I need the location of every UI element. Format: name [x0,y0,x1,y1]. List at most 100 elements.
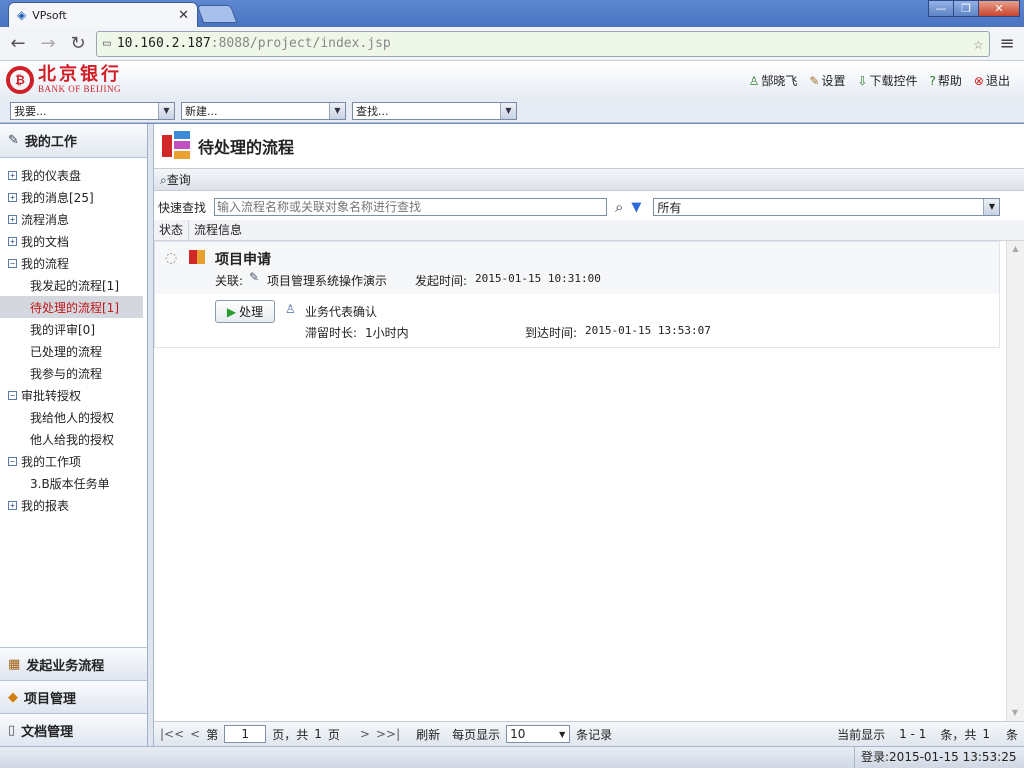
sidebar-item[interactable]: 已处理的流程 [0,340,147,362]
assoc-value[interactable]: 项目管理系统操作演示 [267,272,387,289]
sidebar-item[interactable]: + 流程消息 [0,208,147,230]
sidebar-item[interactable]: + 我的消息[25] [0,186,147,208]
stay-label: 滞留时长: [305,326,358,340]
collapse-icon[interactable]: − [8,258,17,268]
notebook-icon: ✎ [8,133,19,148]
expand-icon[interactable]: + [8,192,17,202]
col-status[interactable]: 状态 [154,219,190,241]
logo-cn: 北京银行 [38,64,122,85]
sidebar-item[interactable]: + 我的报表 [0,494,147,516]
url-host: 10.160.2.187 [116,36,211,51]
vertical-scrollbar[interactable]: ▲ ▼ [1006,241,1024,721]
sidebar-item-label: 我的报表 [21,498,70,513]
task-name[interactable]: 业务代表确认 [305,303,377,320]
sidebar-item[interactable]: − 审批转授权 [0,384,147,406]
browser-menu-icon[interactable]: ≡ [996,33,1018,54]
browser-toolbar: ← → ↻ ▭ 10.160.2.187:8088/project/index.… [0,27,1024,61]
process-name[interactable]: 项目申请 [215,249,271,269]
tab-close-icon[interactable]: ✕ [178,8,189,23]
tab-title: VPsoft [32,8,67,22]
start-label: 发起时间: [415,274,468,288]
back-arrow-icon[interactable]: ← [6,33,30,54]
collapse-icon[interactable]: − [8,456,17,466]
download-icon: ⇩ [857,73,868,88]
logout-link[interactable]: ⊗ 退出 [974,72,1010,89]
scroll-down-icon[interactable]: ▼ [1007,705,1023,721]
sidebar-item[interactable]: − 我的工作项 [0,450,147,472]
expand-icon[interactable]: + [8,170,17,180]
sidebar-item[interactable]: 待处理的流程[1] [0,296,143,318]
bank-logo-icon: ₿ [6,66,34,94]
total-pages: 1 [314,727,322,741]
sidebar-section-project[interactable]: ◆ 项目管理 [0,680,147,713]
bookmark-star-icon[interactable]: ☆ [973,34,983,53]
sidebar-item[interactable]: 我参与的流程 [0,362,147,384]
last-page-button[interactable]: >>| [376,727,400,741]
sidebar-item[interactable]: 我给他人的授权 [0,406,147,428]
expand-icon[interactable]: + [8,214,17,224]
filter-select[interactable]: 所有 ▼ [653,198,1001,216]
collapse-icon[interactable]: − [8,390,17,400]
per-page-select[interactable]: 10 ▼ [506,725,571,743]
scroll-up-icon[interactable]: ▲ [1007,241,1024,257]
sidebar-item-label: 我参与的流程 [30,366,103,381]
sidebar: ✎ 我的工作 + 我的仪表盘 + 我的消息[25] + 流程消息 + 我的文档 − 我的流程 我发起… [0,124,148,746]
query-button[interactable]: ⌕查询 [160,171,191,188]
address-bar[interactable]: ▭ 10.160.2.187:8088/project/index.jsp ☆ [96,30,990,57]
settings-link[interactable]: ✎ 设置 [809,72,845,89]
document-icon: ▯ [8,722,16,738]
col-info[interactable]: 流程信息 [189,220,247,241]
sidebar-item[interactable]: + 我的仪表盘 [0,164,147,186]
browser-tabbar: ◈ VPsoft ✕ — ❐ ✕ [0,0,1024,27]
pager: |<< < 第 1 页，共 1 页 > >>| 刷新 每页显示 10 ▼ 条记录 … [154,721,1024,746]
refresh-button[interactable]: 刷新 [416,726,440,743]
quick-search-label: 快速查找 [158,200,207,215]
page-title: 待处理的流程 [154,124,1024,168]
sidebar-item[interactable]: 他人给我的授权 [0,428,147,450]
quick-search-row: 快速查找 ⌕ ▼ 所有▼ [154,196,1024,218]
sidebar-section-start-process[interactable]: ▦ 发起业务流程 [0,647,147,680]
maximize-button[interactable]: ❐ [953,0,979,17]
expand-icon[interactable]: + [8,236,17,246]
total-unit: 条 [1005,727,1018,742]
sidebar-item[interactable]: 我发起的流程[1] [0,274,147,296]
sidebar-item[interactable]: − 我的流程 [0,252,147,274]
next-page-button[interactable]: > [360,727,370,741]
reload-icon[interactable]: ↻ [66,33,90,54]
page-number-input[interactable]: 1 [224,725,267,743]
download-link[interactable]: ⇩ 下载控件 [857,72,917,89]
document-edit-icon: ✎ [249,270,260,284]
help-link[interactable]: ? 帮助 [930,72,962,89]
want-select[interactable]: 我要... ▼ [10,101,175,120]
sidebar-item[interactable]: 我的评审[0] [0,318,147,340]
sidebar-section-documents[interactable]: ▯ 文档管理 [0,713,147,746]
new-tab-button[interactable] [196,5,238,23]
action-combos: 我要... ▼ 新建... ▼ 查找... ▼ [0,99,1024,123]
arrive-value: 2015-01-15 13:53:07 [585,324,711,337]
user-icon: ♙ [285,302,296,316]
first-page-button[interactable]: |<< [160,727,184,741]
process-action-button[interactable]: ▶ 处理 [215,300,275,323]
expand-icon[interactable]: + [8,500,17,510]
sidebar-item[interactable]: + 我的文档 [0,230,147,252]
forward-arrow-icon[interactable]: → [36,33,60,54]
new-select[interactable]: 新建... ▼ [181,101,346,120]
header-links: ♙ 郜晓飞 ✎ 设置 ⇩ 下载控件 ? 帮助 ⊗ 退出 [749,72,1010,89]
process-list-icon [162,131,192,161]
close-window-button[interactable]: ✕ [978,0,1020,17]
sidebar-item[interactable]: 3.B版本任务单 [0,472,147,494]
query-toolbar: ⌕查询 [154,168,1024,191]
filter-icon[interactable]: ▼ [631,200,641,215]
minimize-button[interactable]: — [928,0,954,17]
sidebar-header[interactable]: ✎ 我的工作 [0,124,147,158]
assoc-label: 关联: [215,274,244,288]
sidebar-item-label: 流程消息 [21,212,70,227]
user-link[interactable]: ♙ 郜晓飞 [749,72,798,89]
find-select[interactable]: 查找... ▼ [352,101,517,120]
logout-icon: ⊗ [973,73,984,88]
user-icon: ♙ [748,73,760,88]
search-icon[interactable]: ⌕ [615,198,623,216]
quick-search-input[interactable] [214,198,608,216]
browser-tab[interactable]: ◈ VPsoft ✕ [8,2,198,27]
prev-page-button[interactable]: < [190,727,200,741]
